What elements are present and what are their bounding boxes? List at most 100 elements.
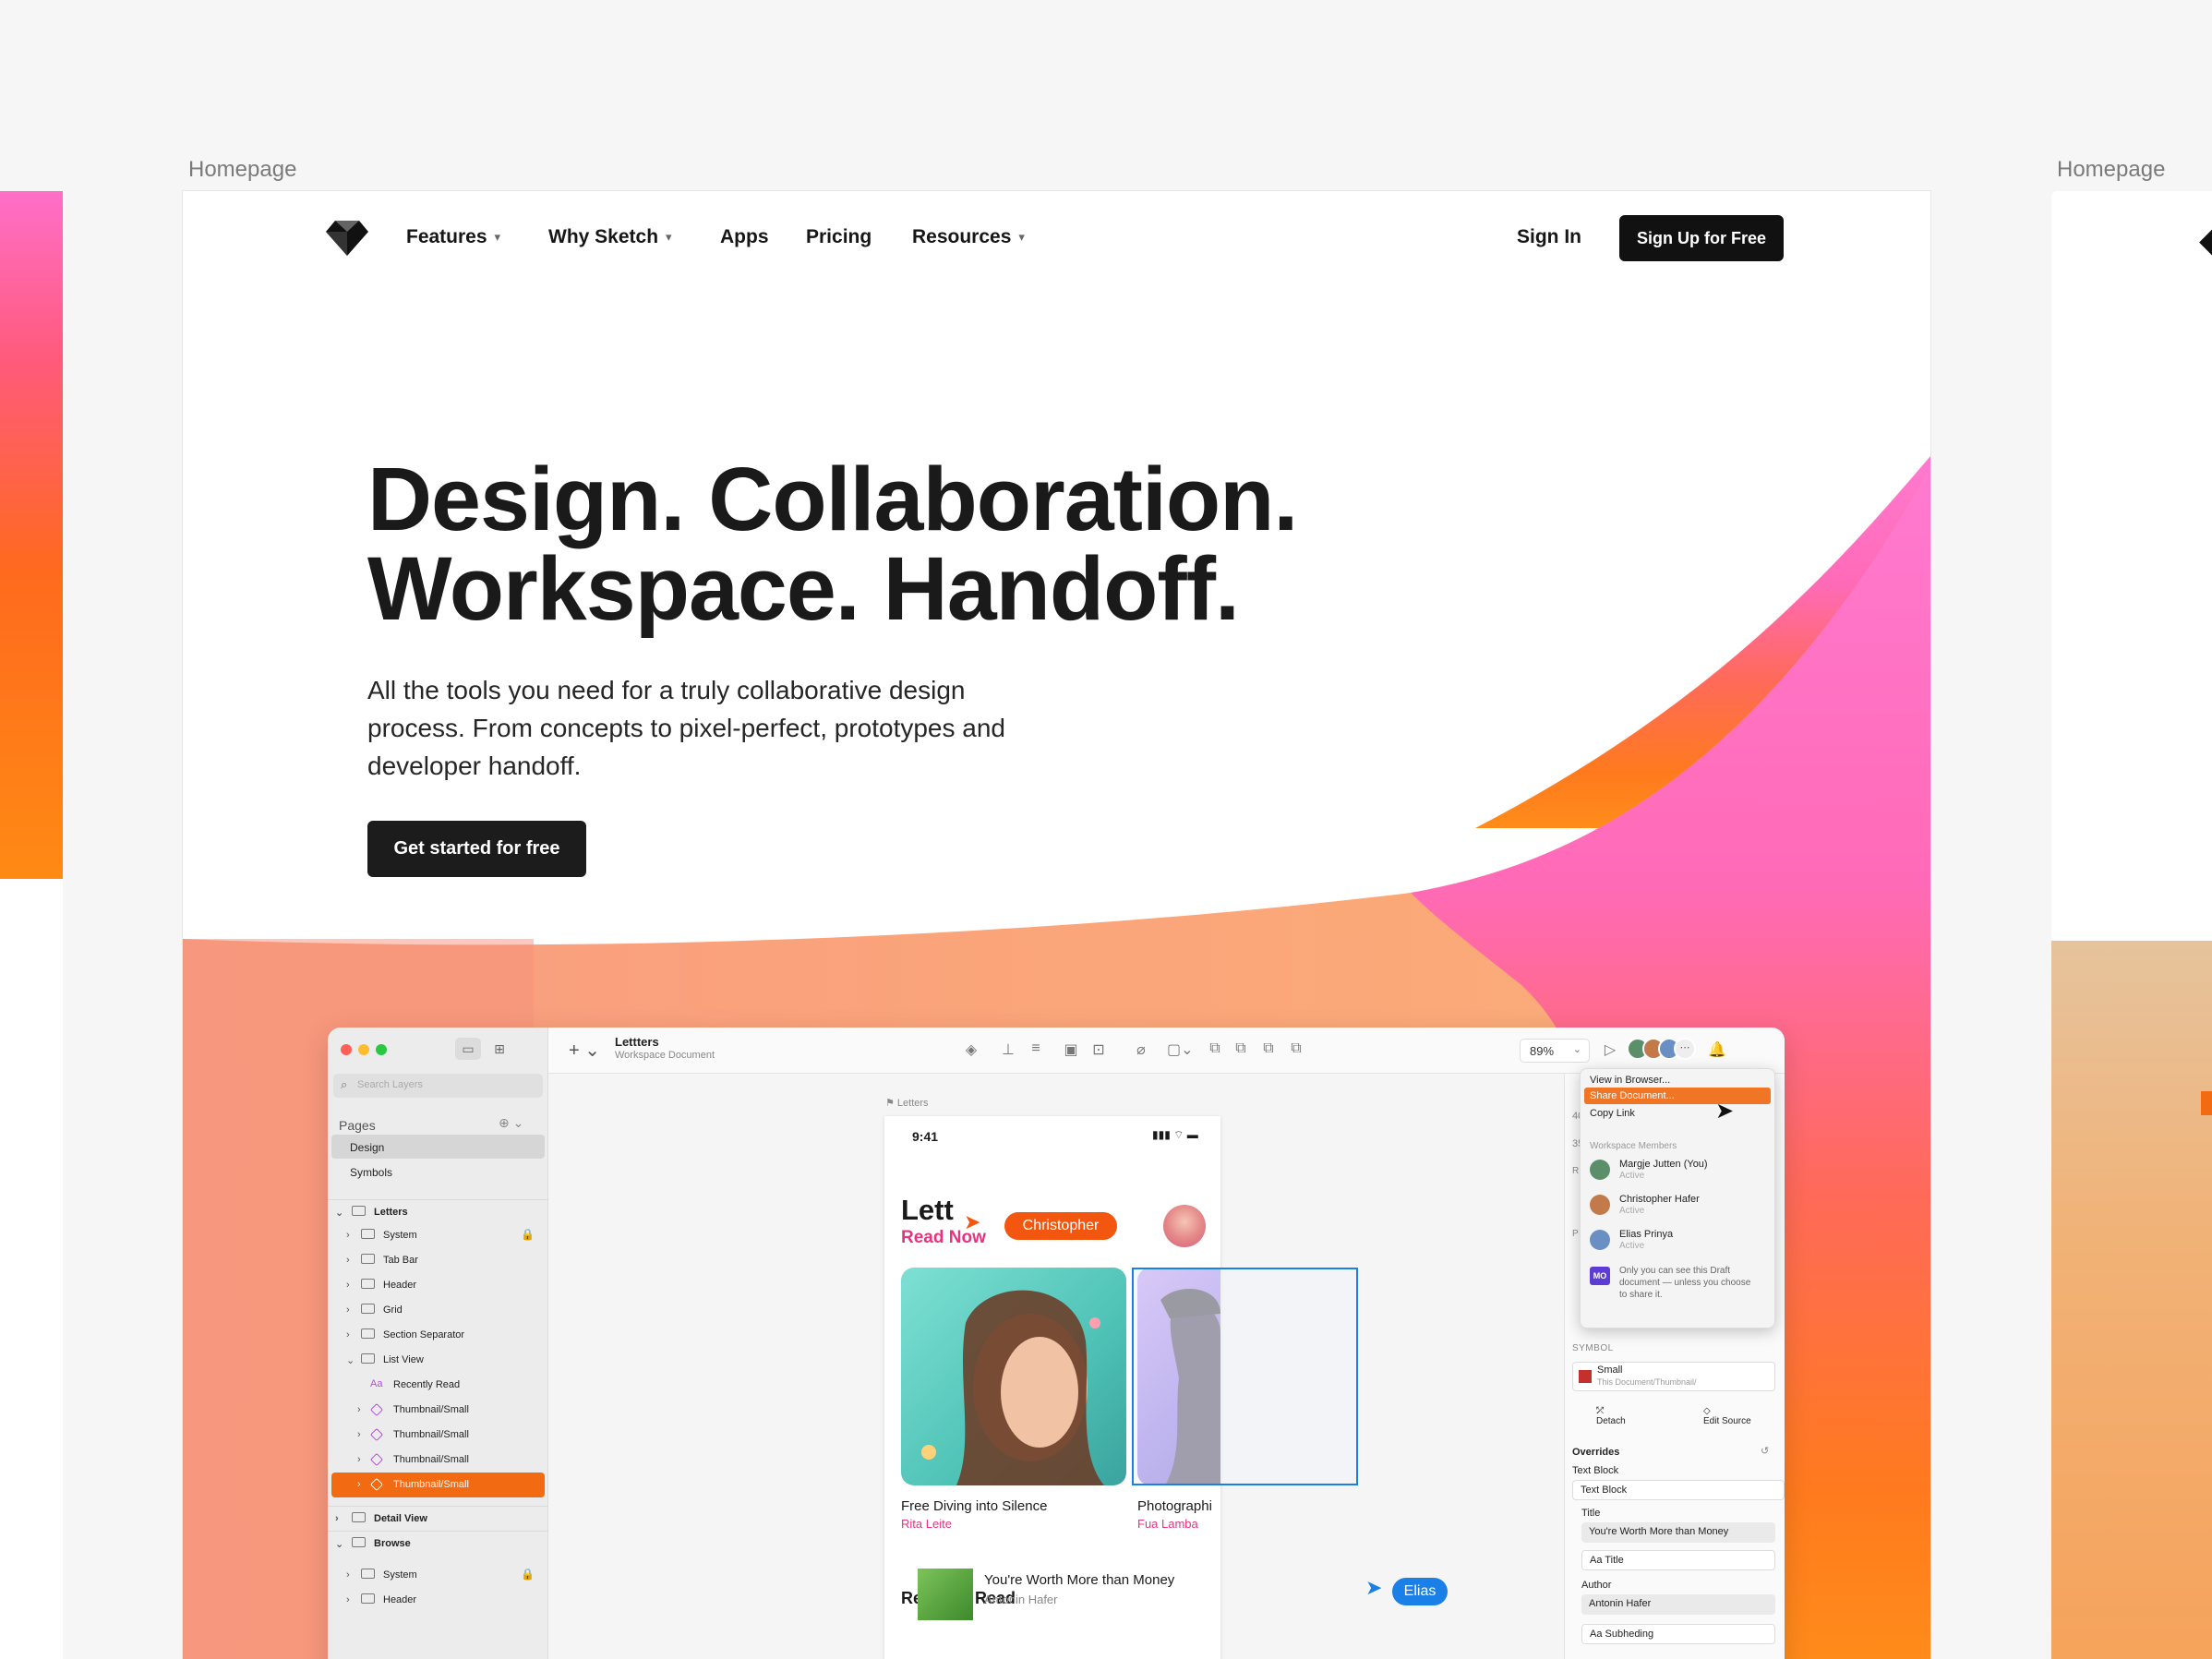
page-design[interactable]: Design (331, 1135, 545, 1159)
workspace-members-header: Workspace Members (1590, 1141, 1677, 1151)
insert-icon[interactable]: + ⌄ (569, 1039, 600, 1062)
bell-icon[interactable]: 🔔 (1708, 1040, 1726, 1059)
artboard-name[interactable]: ⚑ Letters (885, 1097, 929, 1109)
author-label: Author (1581, 1580, 1612, 1591)
sign-up-button[interactable]: Sign Up for Free (1619, 215, 1784, 261)
card-title-1: Free Diving into Silence (901, 1498, 1048, 1514)
detach-icon: ⤱ (1596, 1406, 1604, 1416)
nav-pricing[interactable]: Pricing (806, 226, 872, 248)
hero-subtext: All the tools you need for a truly colla… (367, 676, 1005, 780)
view-in-browser-item[interactable]: View in Browser... (1590, 1075, 1670, 1086)
layer-item[interactable]: › System 🔒 (328, 1223, 548, 1248)
close-window-button[interactable] (341, 1044, 352, 1055)
distribute-icon[interactable]: ≡ (1027, 1040, 1045, 1059)
folder-icon (361, 1304, 375, 1314)
add-page-icon[interactable]: ⊕ ⌄ (499, 1115, 523, 1131)
nav-resources[interactable]: Resources ▾ (912, 226, 1025, 248)
sketch-app-window: ▭ ⊞ ⌕ Search Layers Pages ⊕ ⌄ Design Symb… (328, 1028, 1785, 1659)
search-layers-input[interactable]: ⌕ Search Layers (333, 1074, 543, 1098)
layer-item[interactable]: › Thumbnail/Small (328, 1398, 548, 1423)
top-navigation: Features ▾ Why Sketch ▾ Apps Pricing Resou… (183, 191, 1930, 283)
layer-item[interactable]: › Section Separator (328, 1323, 548, 1348)
chevron-down-icon: ▾ (666, 230, 672, 244)
more-icon[interactable]: ⋯ (1674, 1038, 1696, 1060)
detach-button[interactable]: ⤱ Detach (1596, 1406, 1626, 1426)
lock-icon[interactable]: 🔒 (521, 1228, 535, 1241)
search-icon: ⌕ (341, 1077, 348, 1091)
sketch-logo-icon[interactable] (326, 219, 368, 256)
copy-link-item[interactable]: Copy Link (1590, 1108, 1635, 1119)
member-status: Active (1619, 1171, 1645, 1181)
sign-in-link[interactable]: Sign In (1517, 226, 1581, 248)
member-name: Christopher Hafer (1619, 1194, 1700, 1205)
layer-group-detail-view[interactable]: › Detail View (328, 1506, 548, 1531)
diamond-icon: ◇ (1703, 1406, 1711, 1416)
document-subtitle: Workspace Document (615, 1050, 715, 1061)
layers-tab-icon[interactable]: ▭ (455, 1038, 481, 1060)
union-icon[interactable]: ⧉ (1206, 1040, 1224, 1059)
symbol-tool-icon[interactable]: ◈ (962, 1040, 980, 1059)
layer-item[interactable]: › Tab Bar (328, 1248, 548, 1273)
lock-icon[interactable]: 🔒 (521, 1568, 535, 1581)
card-author-2: Fua Lamba (1137, 1517, 1198, 1531)
folder-icon (361, 1569, 375, 1579)
title-override-input[interactable]: You're Worth More than Money (1581, 1522, 1775, 1543)
mask-icon[interactable]: ▣ (1062, 1040, 1080, 1059)
layer-item[interactable]: Aa Recently Read (328, 1373, 548, 1398)
left-artboard (0, 191, 63, 1659)
chevron-down-icon: ▾ (494, 230, 501, 244)
intersect-icon[interactable]: ⧉ (1259, 1040, 1278, 1059)
card-image-1[interactable] (901, 1268, 1126, 1485)
layer-item-selected[interactable]: › Thumbnail/Small (331, 1473, 545, 1497)
zoom-window-button[interactable] (376, 1044, 387, 1055)
minimize-window-button[interactable] (358, 1044, 369, 1055)
subtract-icon[interactable]: ⧉ (1232, 1040, 1250, 1059)
share-document-item[interactable]: Share Document... (1584, 1088, 1771, 1104)
layer-item[interactable]: › Thumbnail/Small (328, 1423, 548, 1448)
symbol-icon (369, 1427, 384, 1442)
layer-item[interactable]: › Thumbnail/Small (328, 1448, 548, 1473)
sketch-logo-icon: ◆ (2199, 219, 2212, 261)
nav-apps[interactable]: Apps (720, 226, 769, 248)
layer-group-letters[interactable]: ⌄ Letters (328, 1199, 548, 1224)
layer-item[interactable]: ⌄ List View (328, 1348, 548, 1373)
nav-features[interactable]: Features ▾ (406, 226, 500, 248)
hero-headline: Design. Collaboration. Workspace. Handof… (367, 454, 1298, 639)
reset-icon[interactable]: ↺ (1761, 1445, 1769, 1457)
card-author-1: Rita Leite (901, 1517, 952, 1531)
symbol-select[interactable]: Small This Document/Thumbnail/ (1572, 1362, 1775, 1391)
artboard-icon (352, 1537, 366, 1547)
subheading-style-select[interactable]: Aa Subheding (1581, 1624, 1775, 1644)
page-symbols[interactable]: Symbols (331, 1160, 545, 1184)
transform-icon[interactable]: ▢⌄ (1167, 1040, 1194, 1059)
folder-icon (361, 1593, 375, 1604)
selection-box[interactable] (1132, 1268, 1358, 1485)
nav-why-sketch[interactable]: Why Sketch ▾ (548, 226, 672, 248)
design-canvas[interactable]: ⚑ Letters 9:41 ▮▮▮ ⌔ ▬ Lett Read Now Chr… (548, 1074, 1564, 1659)
layer-group-browse[interactable]: ⌄ Browse (328, 1531, 548, 1556)
layer-item[interactable]: › Grid (328, 1298, 548, 1323)
author-override-input[interactable]: Antonin Hafer (1581, 1594, 1775, 1615)
layer-item[interactable]: › Header (328, 1273, 548, 1298)
edit-source-button[interactable]: ◇ Edit Source (1703, 1406, 1751, 1426)
title-style-select[interactable]: Aa Title (1581, 1550, 1775, 1570)
edit-icon[interactable]: ⌀ (1132, 1040, 1150, 1059)
layer-item[interactable]: › Header (328, 1588, 548, 1613)
title-label: Title (1581, 1508, 1601, 1519)
scale-icon[interactable]: ⊡ (1089, 1040, 1108, 1059)
align-icon[interactable]: ⊥ (999, 1040, 1017, 1059)
status-time: 9:41 (912, 1129, 939, 1144)
list-item-thumbnail (918, 1569, 973, 1620)
zoom-select[interactable]: 89% ⌄ (1520, 1039, 1590, 1063)
symbol-icon (369, 1452, 384, 1467)
layer-item[interactable]: › System 🔒 (328, 1563, 548, 1588)
folder-icon (361, 1254, 375, 1264)
text-block-select[interactable]: Text Block (1572, 1480, 1785, 1500)
play-icon[interactable]: ▷ (1601, 1040, 1619, 1059)
components-tab-icon[interactable]: ⊞ (487, 1038, 512, 1060)
difference-icon[interactable]: ⧉ (1287, 1040, 1305, 1059)
artboard-icon (352, 1512, 366, 1522)
headline-line-2: Workspace. Handoff. (367, 538, 1240, 639)
symbol-icon (369, 1402, 384, 1417)
get-started-button[interactable]: Get started for free (367, 821, 586, 877)
